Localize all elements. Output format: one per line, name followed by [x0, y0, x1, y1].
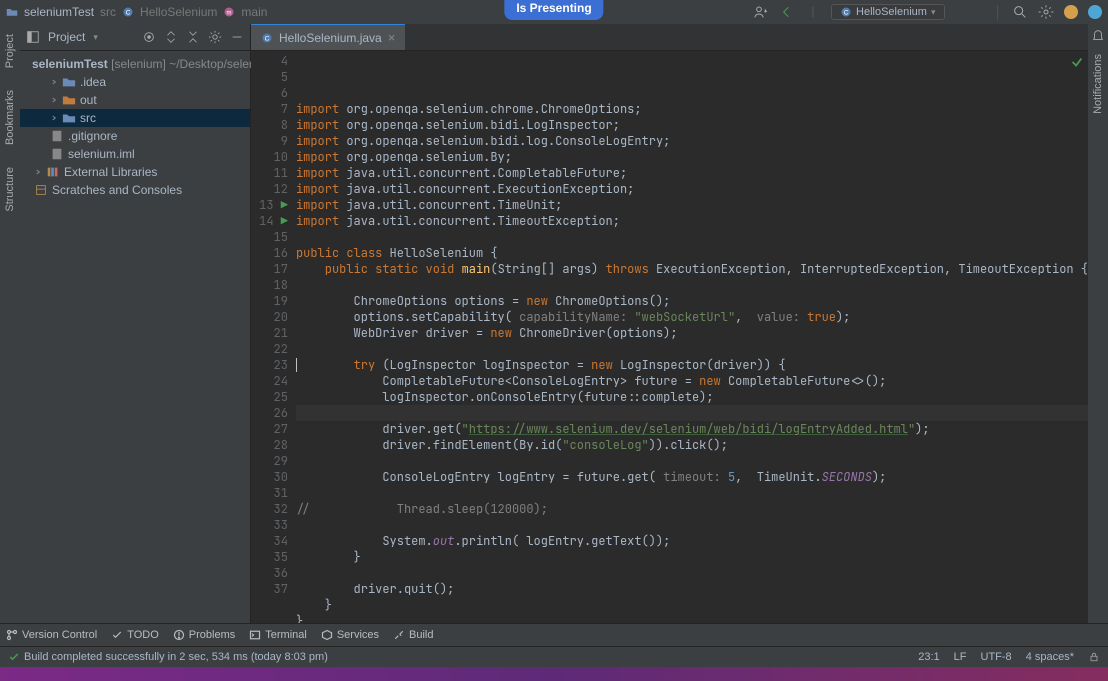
structure-tool-tab[interactable]: Structure: [2, 163, 18, 216]
right-gutter: Notifications: [1088, 24, 1108, 623]
crumb-method[interactable]: main: [241, 5, 267, 19]
users-icon[interactable]: [753, 4, 769, 20]
tree-ext-libs[interactable]: External Libraries: [20, 163, 250, 181]
scratches-icon: [34, 183, 48, 197]
gutter: 45678910111213 ▶14 ▶15161718192021222324…: [251, 51, 296, 623]
svg-text:C: C: [126, 9, 131, 16]
toolbtn-terminal[interactable]: Terminal: [249, 629, 307, 641]
sidebar-header: Project ▾: [20, 24, 250, 51]
caret-pos[interactable]: 23:1: [918, 651, 939, 663]
bell-icon[interactable]: [1091, 28, 1105, 42]
lock-icon[interactable]: [1088, 651, 1100, 663]
crumb-class[interactable]: HelloSelenium: [140, 5, 217, 19]
line-sep[interactable]: LF: [954, 651, 967, 663]
code[interactable]: import org.openqa.selenium.chrome.Chrome…: [296, 51, 1088, 623]
services-icon: [321, 629, 333, 641]
method-icon: m: [223, 6, 235, 18]
tree-file-gitignore[interactable]: .gitignore: [20, 127, 250, 145]
svg-text:m: m: [227, 10, 232, 16]
tool-window-icon: [26, 30, 40, 44]
svg-text:C: C: [844, 9, 849, 16]
tree-dir-idea[interactable]: .idea: [20, 73, 250, 91]
todo-icon: [111, 629, 123, 641]
problems-icon: [173, 629, 185, 641]
presenting-banner: Is Presenting: [504, 0, 603, 20]
expand-all-icon[interactable]: [164, 30, 178, 44]
check-icon: [8, 651, 20, 663]
check-ok-icon: [1070, 55, 1084, 69]
source-dir-icon: [62, 111, 76, 125]
chevron-down-icon[interactable]: ▾: [93, 32, 98, 43]
target-icon[interactable]: [142, 30, 156, 44]
project-sidebar: Project ▾ seleniumTest [selenium] ~/Desk…: [20, 24, 251, 623]
tree-scratches[interactable]: Scratches and Consoles: [20, 181, 250, 199]
file-icon: [50, 129, 64, 143]
file-icon: [50, 147, 64, 161]
toolbtn-vcs[interactable]: Version Control: [6, 629, 97, 641]
chevron-right-icon: [50, 96, 58, 104]
chevron-right-icon: [34, 168, 42, 176]
directory-icon: [62, 93, 76, 107]
main: Project Bookmarks Structure Project ▾ se…: [0, 24, 1108, 623]
top-right: C HelloSelenium ▾ │: [753, 4, 1102, 20]
indent[interactable]: 4 spaces*: [1026, 651, 1074, 663]
close-icon[interactable]: ×: [388, 30, 396, 45]
toolbtn-build[interactable]: Build: [393, 629, 433, 641]
directory-icon: [62, 75, 76, 89]
toolbtn-problems[interactable]: Problems: [173, 629, 235, 641]
footer-decoration: [0, 667, 1108, 681]
class-icon: C: [840, 6, 852, 18]
avatar[interactable]: [1064, 5, 1078, 19]
status-message: Build completed successfully in 2 sec, 5…: [24, 651, 328, 663]
sidebar-title: Project: [48, 30, 85, 44]
terminal-icon: [249, 629, 261, 641]
tree-file-iml[interactable]: selenium.iml: [20, 145, 250, 163]
top-bar: Is Presenting seleniumTest src C HelloSe…: [0, 0, 1108, 24]
class-icon: C: [261, 32, 273, 44]
bookmarks-tool-tab[interactable]: Bookmarks: [2, 86, 18, 149]
notifications-tool-tab[interactable]: Notifications: [1090, 50, 1106, 118]
tree-dir-src[interactable]: src: [20, 109, 250, 127]
class-icon: C: [122, 6, 134, 18]
code-editor[interactable]: 45678910111213 ▶14 ▶15161718192021222324…: [251, 51, 1088, 623]
bottom-tool-bar: Version Control TODO Problems Terminal S…: [0, 623, 1108, 646]
chevron-right-icon: [50, 114, 58, 122]
breadcrumb: seleniumTest src C HelloSelenium m main: [6, 5, 267, 19]
tree-root[interactable]: seleniumTest [selenium] ~/Desktop/seleni…: [20, 55, 250, 73]
editor-area: C HelloSelenium.java × 45678910111213 ▶1…: [251, 24, 1088, 623]
divider-icon: [805, 4, 821, 20]
status-bar: Build completed successfully in 2 sec, 5…: [0, 646, 1108, 667]
editor-tabs: C HelloSelenium.java ×: [251, 24, 1088, 51]
divider-icon: │: [995, 5, 1003, 19]
toolbtn-services[interactable]: Services: [321, 629, 379, 641]
tree-dir-out[interactable]: out: [20, 91, 250, 109]
run-config-name: HelloSelenium: [856, 6, 927, 18]
collapse-all-icon[interactable]: [186, 30, 200, 44]
search-icon[interactable]: [1012, 4, 1028, 20]
project-tool-tab[interactable]: Project: [2, 30, 18, 72]
left-gutter: Project Bookmarks Structure: [0, 24, 20, 623]
project-tree[interactable]: seleniumTest [selenium] ~/Desktop/seleni…: [20, 51, 250, 203]
encoding[interactable]: UTF-8: [981, 651, 1012, 663]
branch-icon: [6, 629, 18, 641]
tab-label: HelloSelenium.java: [279, 31, 382, 45]
project-folder-icon: [6, 6, 18, 18]
hide-icon[interactable]: [230, 30, 244, 44]
build-icon: [393, 629, 405, 641]
toolbtn-todo[interactable]: TODO: [111, 629, 159, 641]
chevron-down-icon: ▾: [931, 7, 936, 18]
editor-tab-active[interactable]: C HelloSelenium.java ×: [251, 23, 405, 50]
back-arrow-icon[interactable]: [779, 4, 795, 20]
run-config-select[interactable]: C HelloSelenium ▾: [831, 4, 944, 20]
library-icon: [46, 165, 60, 179]
crumb-src[interactable]: src: [100, 5, 116, 19]
settings-icon[interactable]: [1038, 4, 1054, 20]
gear-icon[interactable]: [208, 30, 222, 44]
avatar[interactable]: [1088, 5, 1102, 19]
crumb-root[interactable]: seleniumTest: [24, 5, 94, 19]
chevron-right-icon: [50, 78, 58, 86]
svg-text:C: C: [265, 35, 270, 42]
